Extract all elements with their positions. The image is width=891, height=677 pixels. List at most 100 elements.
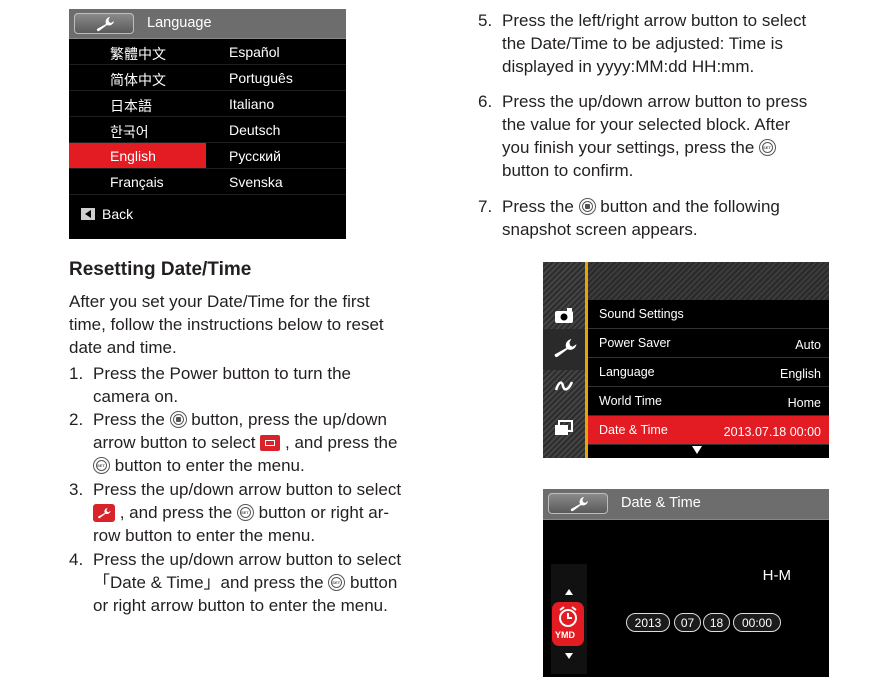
- step-number: 3.: [69, 480, 84, 499]
- step-5: 5. Press the left/right arrow button to …: [478, 9, 878, 79]
- menu-item-label: Date & Time: [599, 423, 668, 437]
- menu-item-value: English: [780, 367, 821, 381]
- settings-tab: [74, 13, 134, 34]
- ymd-label: YMD: [555, 630, 575, 640]
- time-field[interactable]: 00:00: [733, 613, 781, 632]
- language-option[interactable]: Svenska: [229, 174, 283, 190]
- wave-icon[interactable]: [554, 379, 574, 393]
- wrench-icon: [96, 17, 114, 32]
- settings-tab: [548, 493, 608, 514]
- step-fragment: button, press the up/down: [191, 410, 387, 429]
- step-fragment: button: [350, 573, 398, 592]
- step-text: Press the button and the following snaps…: [502, 195, 882, 241]
- step-fragment: Press the up/down arrow button to select: [93, 480, 402, 499]
- step-number: 2.: [69, 410, 84, 429]
- menu-item-label: Power Saver: [599, 336, 671, 350]
- step-line: Press the Power button to turn the: [93, 364, 351, 383]
- playback-settings-icon[interactable]: [554, 420, 574, 436]
- menu-item-world-time[interactable]: World Time Home: [588, 387, 829, 416]
- step-fragment: button or right ar-: [258, 503, 390, 522]
- wrench-icon: [93, 504, 115, 522]
- step-fragment: arrow button to select: [93, 433, 256, 452]
- section-heading: Resetting Date/Time: [69, 259, 252, 280]
- language-option-selected[interactable]: English: [110, 148, 156, 164]
- menu-item-value: Auto: [795, 338, 821, 352]
- wrench-icon[interactable]: [551, 335, 579, 361]
- step-number: 7.: [478, 197, 493, 216]
- step-fragment: row button to enter the menu.: [93, 526, 316, 545]
- language-row: 한국어 Deutsch: [69, 117, 346, 143]
- step-fragment: button and the following: [600, 197, 780, 216]
- step-fragment: Press the: [93, 410, 165, 429]
- language-row: 繁體中文 Español: [69, 39, 346, 65]
- set-button-icon: [93, 457, 110, 474]
- language-row: 日本語 Italiano: [69, 91, 346, 117]
- language-option[interactable]: Deutsch: [229, 122, 280, 138]
- step-6: 6. Press the up/down arrow button to pre…: [478, 90, 878, 185]
- language-grid: 繁體中文 Español 简体中文 Português 日本語 Italiano…: [69, 39, 346, 195]
- date-time-screen: Date & Time H-M YMD 2013 07 18 00:00: [543, 489, 829, 677]
- language-row: 简体中文 Português: [69, 65, 346, 91]
- step-4: 4. Press the up/down arrow button to sel…: [69, 548, 429, 618]
- step-7: 7. Press the button and the following sn…: [478, 195, 878, 245]
- year-field[interactable]: 2013: [626, 613, 670, 632]
- back-button[interactable]: Back: [69, 195, 346, 239]
- step-text: Press the up/down arrow button to select…: [93, 548, 433, 617]
- step-number: 6.: [478, 92, 493, 111]
- step-fragment: , and press the: [285, 433, 398, 452]
- step-fragment: Press the: [502, 197, 574, 216]
- step-line: camera on.: [93, 387, 179, 406]
- language-option[interactable]: 日本語: [110, 96, 152, 116]
- day-field[interactable]: 18: [703, 613, 730, 632]
- settings-menu-screen: Sound Settings Power Saver Auto Language…: [543, 262, 829, 458]
- wrench-icon: [570, 497, 588, 512]
- up-arrow-icon[interactable]: [565, 589, 573, 595]
- scroll-down-arrow-icon[interactable]: [692, 446, 702, 454]
- step-fragment: or right arrow button to enter the menu.: [93, 596, 388, 615]
- language-option[interactable]: Italiano: [229, 96, 274, 112]
- language-option[interactable]: Español: [229, 44, 280, 60]
- language-option[interactable]: Français: [110, 174, 164, 190]
- step-number: 1.: [69, 364, 84, 383]
- menu-mode-icon: [260, 435, 281, 451]
- language-option[interactable]: Русский: [229, 148, 281, 164]
- step-text: Press the Power button to turn the camer…: [93, 362, 429, 408]
- set-button-icon: [328, 574, 346, 591]
- back-label: Back: [102, 206, 134, 222]
- back-arrow-icon: [81, 208, 95, 220]
- step-fragment: the value for your selected block. After: [502, 115, 791, 134]
- menu-item-label: World Time: [599, 394, 662, 408]
- step-line: displayed in yyyy:MM:dd HH:mm.: [502, 57, 755, 76]
- menu-item-value: 2013.07.18 00:00: [723, 425, 821, 439]
- language-option[interactable]: 繁體中文: [110, 44, 166, 64]
- camera-icon[interactable]: [554, 308, 574, 324]
- month-field[interactable]: 07: [674, 613, 701, 632]
- time-format-label: H-M: [762, 567, 791, 584]
- step-fragment: 「Date & Time」and press the: [93, 573, 324, 592]
- step-line: the Date/Time to be adjusted: Time is: [502, 34, 783, 53]
- menu-item-value: Home: [787, 396, 821, 410]
- language-option[interactable]: Português: [229, 70, 293, 86]
- down-arrow-icon[interactable]: [565, 653, 573, 659]
- step-number: 5.: [478, 11, 493, 30]
- step-fragment: you finish your settings, press the: [502, 138, 755, 157]
- language-screen-header: Language: [69, 9, 346, 39]
- step-number: 4.: [69, 550, 84, 569]
- language-screen: Language 繁體中文 Español 简体中文 Português 日本語…: [69, 9, 346, 239]
- menu-item-label: Sound Settings: [599, 307, 684, 321]
- step-fragment: Press the up/down arrow button to press: [502, 92, 808, 111]
- step-text: Press the left/right arrow button to sel…: [502, 9, 882, 78]
- step-fragment: Press the up/down arrow button to select: [93, 550, 402, 569]
- menu-item-label: Language: [599, 365, 655, 379]
- language-option[interactable]: 简体中文: [110, 70, 166, 90]
- menu-item-language[interactable]: Language English: [588, 358, 829, 387]
- menu-item-sound-settings[interactable]: Sound Settings: [588, 300, 829, 329]
- language-row: Français Svenska: [69, 169, 346, 195]
- menu-item-power-saver[interactable]: Power Saver Auto: [588, 329, 829, 358]
- menu-item-date-time[interactable]: Date & Time 2013.07.18 00:00: [588, 416, 829, 445]
- ymd-mode-icon[interactable]: YMD: [552, 602, 584, 646]
- step-fragment: button to enter the menu.: [114, 456, 305, 475]
- language-option[interactable]: 한국어: [110, 122, 149, 142]
- step-text: Press the up/down arrow button to press …: [502, 90, 882, 182]
- step-1: 1. Press the Power button to turn the ca…: [69, 362, 429, 408]
